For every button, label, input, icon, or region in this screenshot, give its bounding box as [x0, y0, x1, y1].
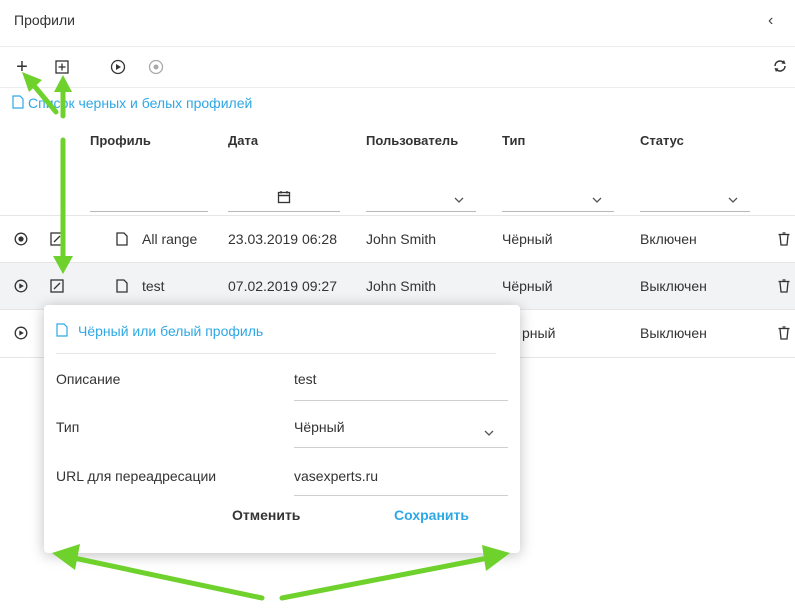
description-label: Описание [56, 371, 121, 387]
refresh-icon[interactable] [770, 56, 790, 76]
arrow-to-popup-right [279, 555, 491, 601]
panel-header [0, 0, 795, 47]
profile-filter-input[interactable] [90, 185, 208, 212]
chevron-down-icon [454, 190, 464, 206]
profile-name[interactable]: All range [142, 231, 197, 247]
row-play-icon[interactable] [12, 277, 30, 295]
popup-title: Чёрный или белый профиль [56, 323, 496, 354]
type-label: Тип [56, 419, 80, 435]
status-filter-select[interactable] [640, 185, 750, 212]
type-filter-select[interactable] [502, 185, 614, 212]
redirect-url-underline [294, 495, 508, 496]
play-circle-icon[interactable] [108, 57, 128, 77]
redirect-url-input[interactable]: vasexperts.ru [294, 468, 378, 484]
column-header-profile[interactable]: Профиль [90, 133, 151, 148]
trash-icon[interactable] [776, 230, 792, 248]
document-icon [12, 94, 24, 112]
row-play-icon[interactable] [12, 324, 30, 342]
profile-status: Выключен [640, 325, 707, 341]
arrow-to-popup-left [71, 555, 265, 601]
add-icon[interactable]: + [12, 56, 32, 78]
column-header-date[interactable]: Дата [228, 133, 258, 148]
popup-title-label: Чёрный или белый профиль [78, 323, 264, 339]
profile-type: Чёрный [502, 278, 553, 294]
profiles-list-link-label: Список черных и белых профилей [28, 95, 253, 111]
stop-circle-icon[interactable] [146, 57, 166, 77]
chevron-down-icon [592, 190, 602, 206]
profiles-list-link[interactable]: Список черных и белых профилей [12, 93, 252, 113]
profile-date: 07.02.2019 09:27 [228, 278, 337, 294]
row-edit-icon[interactable] [48, 230, 66, 248]
calendar-icon [277, 190, 291, 207]
profile-type: Чёрный [502, 231, 553, 247]
chevron-down-icon [728, 190, 738, 206]
document-icon [56, 323, 68, 340]
column-header-user[interactable]: Пользователь [366, 133, 458, 148]
add-box-icon[interactable] [52, 57, 72, 77]
type-underline [294, 447, 508, 448]
trash-icon[interactable] [776, 277, 792, 295]
column-header-status[interactable]: Статус [640, 133, 684, 148]
profile-user: John Smith [366, 231, 437, 247]
profile-edit-popup: Чёрный или белый профиль Описание test Т… [44, 305, 520, 553]
page-title: Профили [14, 12, 75, 28]
trash-icon[interactable] [776, 324, 792, 342]
profile-user: John Smith [366, 278, 437, 294]
description-input[interactable]: test [294, 371, 317, 387]
user-filter-select[interactable] [366, 185, 476, 212]
collapse-chevron-icon[interactable]: ‹ [768, 12, 784, 32]
profile-date: 23.03.2019 06:28 [228, 231, 337, 247]
profile-status: Включен [640, 231, 697, 247]
chevron-down-icon[interactable] [484, 423, 494, 439]
profile-type: рный [522, 325, 556, 341]
file-icon [114, 277, 130, 295]
description-underline [294, 400, 508, 401]
row-stop-icon[interactable] [12, 230, 30, 248]
redirect-url-label: URL для переадресации [56, 468, 217, 484]
file-icon [114, 230, 130, 248]
date-filter[interactable] [228, 185, 340, 212]
column-header-type[interactable]: Тип [502, 133, 525, 148]
profile-status: Выключен [640, 278, 707, 294]
type-select[interactable]: Чёрный [294, 419, 345, 435]
row-edit-icon[interactable] [48, 277, 66, 295]
save-button[interactable]: Сохранить [394, 507, 469, 523]
profile-name[interactable]: test [142, 278, 165, 294]
cancel-button[interactable]: Отменить [232, 507, 300, 523]
